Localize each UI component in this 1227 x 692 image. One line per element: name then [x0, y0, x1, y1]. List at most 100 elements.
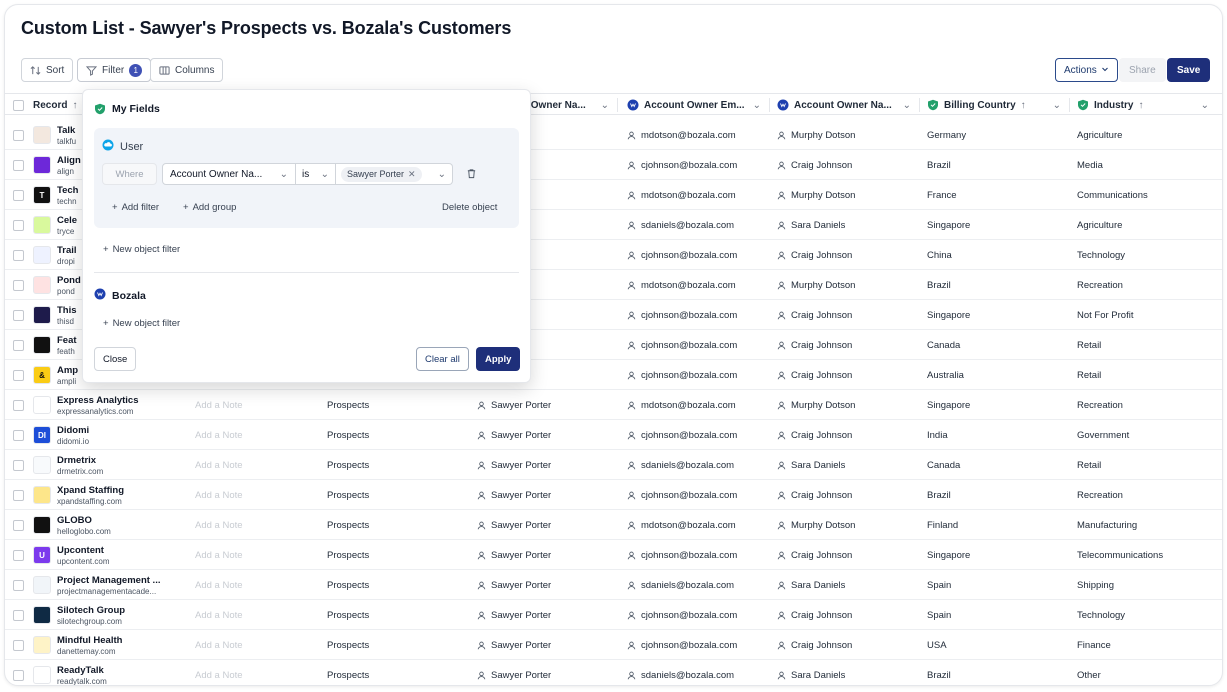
column-header-account-owner-name-2[interactable]: Account Owner Na... ⌄ [777, 94, 919, 116]
country-cell: USA [927, 639, 947, 651]
person-icon [627, 281, 636, 290]
record-cell[interactable]: Silotech Group silotechgroup.com [33, 600, 183, 630]
note-cell[interactable]: Add a Note [195, 660, 315, 685]
record-cell[interactable]: Express Analytics expressanalytics.com [33, 390, 183, 420]
country-cell: France [927, 189, 957, 201]
owner-cell: Sawyer Porter [477, 600, 617, 630]
record-cell[interactable]: ReadyTalk readytalk.com [33, 660, 183, 685]
record-name: Project Management ... [57, 574, 161, 586]
note-cell[interactable]: Add a Note [195, 540, 315, 570]
note-cell[interactable]: Add a Note [195, 600, 315, 630]
list-cell: Prospects [327, 609, 370, 621]
plus-icon: + [183, 202, 189, 213]
company-logo-icon: T [33, 186, 51, 204]
note-cell[interactable]: Add a Note [195, 570, 315, 600]
country-cell: Singapore [927, 549, 971, 561]
country-cell: Brazil [927, 159, 951, 171]
remove-chip-icon[interactable]: ✕ [408, 169, 416, 180]
table-row[interactable]: Project Management ... projectmanagementa… [5, 570, 1222, 600]
close-button[interactable]: Close [94, 347, 137, 371]
record-cell[interactable]: DI Didomi didomi.io [33, 420, 183, 450]
note-cell[interactable]: Add a Note [195, 450, 315, 480]
table-row[interactable]: GLOBO helloglobo.com Add a Note Prospects Sa… [5, 510, 1222, 540]
row-checkbox[interactable] [13, 630, 24, 660]
row-checkbox[interactable] [13, 180, 24, 210]
column-header-industry[interactable]: Industry ↑ ⌄ [1077, 94, 1217, 116]
row-checkbox[interactable] [13, 480, 24, 510]
row-checkbox[interactable] [13, 450, 24, 480]
row-checkbox[interactable] [13, 300, 24, 330]
table-row[interactable]: U Upcontent upcontent.com Add a Note Prospec… [5, 540, 1222, 570]
company-logo-icon [33, 576, 51, 594]
value-select[interactable]: Sawyer Porter ✕ ⌄ [336, 163, 453, 185]
add-group-button[interactable]: + Add group [183, 202, 236, 213]
clear-all-button[interactable]: Clear all [416, 347, 469, 371]
table-row[interactable]: Drmetrix drmetrix.com Add a Note Prospects S… [5, 450, 1222, 480]
add-filter-button[interactable]: + Add filter [112, 202, 159, 213]
row-checkbox[interactable] [13, 150, 24, 180]
owner-cell: Sawyer Porter [477, 630, 617, 660]
trash-icon[interactable] [466, 168, 477, 182]
filter-count-badge: 1 [129, 63, 143, 77]
columns-button[interactable]: Columns [150, 58, 224, 82]
person-icon [627, 371, 636, 380]
record-domain: projectmanagementacade... [57, 586, 157, 596]
record-cell[interactable]: U Upcontent upcontent.com [33, 540, 183, 570]
record-cell[interactable]: Xpand Staffing xpandstaffing.com [33, 480, 183, 510]
row-checkbox[interactable] [13, 390, 24, 420]
sort-button[interactable]: Sort [21, 58, 74, 82]
record-name: This [57, 304, 77, 316]
row-checkbox[interactable] [13, 570, 24, 600]
new-object-filter-button-bozala[interactable]: + New object filter [103, 318, 180, 329]
column-header-billing-country[interactable]: Billing Country ↑ ⌄ [927, 94, 1069, 116]
record-cell[interactable]: Drmetrix drmetrix.com [33, 450, 183, 480]
save-button[interactable]: Save [1167, 58, 1211, 82]
row-checkbox[interactable] [13, 210, 24, 240]
delete-object-button[interactable]: Delete object [442, 202, 497, 213]
record-cell[interactable]: Mindful Health danettemay.com [33, 630, 183, 660]
table-row[interactable]: DI Didomi didomi.io Add a Note Prospects Sawy… [5, 420, 1222, 450]
record-name: Upcontent [57, 544, 104, 556]
note-cell[interactable]: Add a Note [195, 480, 315, 510]
table-row[interactable]: Mindful Health danettemay.com Add a Note Pr… [5, 630, 1222, 660]
note-cell[interactable]: Add a Note [195, 510, 315, 540]
record-cell[interactable]: Project Management ... projectmanagementa… [33, 570, 183, 600]
row-checkbox[interactable] [13, 540, 24, 570]
row-checkbox[interactable] [13, 420, 24, 450]
operator-select[interactable]: is ⌄ [296, 163, 336, 185]
note-cell[interactable]: Add a Note [195, 420, 315, 450]
industry-cell: Recreation [1077, 279, 1123, 291]
filter-button[interactable]: Filter 1 [77, 58, 152, 82]
table-row[interactable]: Silotech Group silotechgroup.com Add a Not… [5, 600, 1222, 630]
row-checkbox[interactable] [13, 120, 24, 150]
row-checkbox[interactable] [13, 330, 24, 360]
person-icon [627, 191, 636, 200]
filter-label: Filter [102, 64, 125, 76]
note-cell[interactable]: Add a Note [195, 390, 315, 420]
column-header-account-owner-email[interactable]: Account Owner Em... ⌄ [627, 94, 769, 116]
record-domain: drmetrix.com [57, 466, 104, 476]
person-icon [627, 161, 636, 170]
record-cell[interactable]: GLOBO helloglobo.com [33, 510, 183, 540]
row-checkbox[interactable] [13, 240, 24, 270]
select-all-checkbox[interactable] [13, 94, 24, 116]
row-checkbox[interactable] [13, 510, 24, 540]
new-object-filter-button[interactable]: + New object filter [103, 244, 180, 255]
person-icon [477, 521, 486, 530]
note-cell[interactable]: Add a Note [195, 630, 315, 660]
field-select[interactable]: Account Owner Na... ⌄ [162, 163, 296, 185]
email-cell: cjohnson@bozala.com [627, 330, 769, 360]
actions-button[interactable]: Actions [1055, 58, 1118, 82]
table-row[interactable]: Express Analytics expressanalytics.com Add… [5, 390, 1222, 420]
apply-button[interactable]: Apply [476, 347, 521, 371]
industry-cell: Retail [1077, 369, 1102, 381]
country-cell: Canada [927, 459, 961, 471]
share-button[interactable]: Share [1119, 58, 1166, 82]
owner2-cell: Craig Johnson [777, 480, 919, 510]
row-checkbox[interactable] [13, 270, 24, 300]
row-checkbox[interactable] [13, 660, 24, 685]
row-checkbox[interactable] [13, 360, 24, 390]
row-checkbox[interactable] [13, 600, 24, 630]
table-row[interactable]: ReadyTalk readytalk.com Add a Note Prospect… [5, 660, 1222, 685]
table-row[interactable]: Xpand Staffing xpandstaffing.com Add a Not… [5, 480, 1222, 510]
